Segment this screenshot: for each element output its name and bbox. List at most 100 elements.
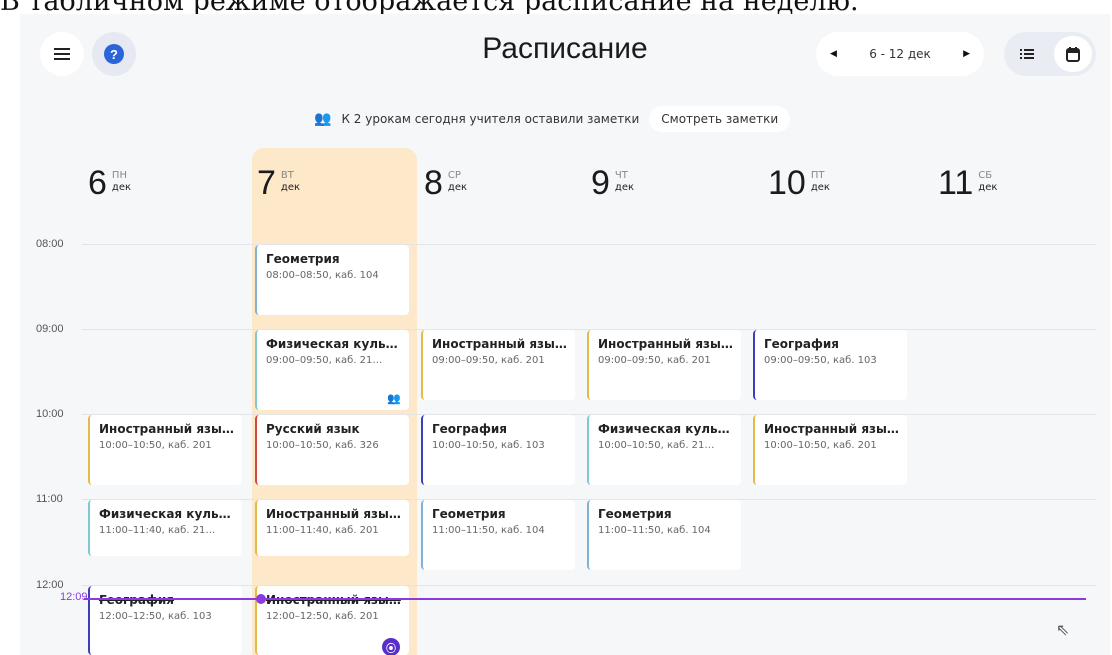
day-number: 8 [424,164,443,202]
page-title: Расписание [482,32,648,65]
lesson-info: 08:00–08:50, каб. 104 [266,270,379,281]
week-range: 6 - 12 дек [869,47,931,61]
lesson-card[interactable]: Геометрия 11:00–11:50, каб. 104 [587,500,741,570]
menu-button[interactable] [40,32,84,76]
mouse-cursor-icon: ⇖ [1056,620,1070,639]
day-number: 9 [591,164,610,202]
lesson-card[interactable]: География 12:00–12:50, каб. 103 [88,586,242,655]
current-time-line [84,598,1086,600]
calendar-view-button[interactable] [1054,36,1092,72]
lesson-title: География [764,337,840,351]
lesson-title: Физическая культ… [266,337,401,351]
teacher-note-icon: 👥 [314,111,332,127]
lesson-info: 12:00–12:50, каб. 103 [99,611,212,622]
calendar-view-icon [1066,46,1080,62]
schedule-app: ? Расписание ◀ 6 - 12 дек ▶ 👥 К 2 урокам… [20,14,1110,655]
lesson-info: 12:00–12:50, каб. 201 [266,611,379,622]
notice-text: К 2 урокам сегодня учителя оставили заме… [341,112,640,126]
grid-line [82,244,1096,245]
view-notes-button[interactable]: Смотреть заметки [649,106,791,132]
lesson-card[interactable]: Физическая культ… 11:00–11:40, каб. 21… [88,500,242,556]
lesson-info: 11:00–11:50, каб. 104 [598,525,711,536]
lesson-info: 11:00–11:40, каб. 201 [266,525,379,536]
lesson-info: 10:00–10:50, каб. 103 [432,440,545,451]
day-header-thu: 9 ЧТ дек [591,166,634,200]
lesson-card[interactable]: Иностранный язы… 09:00–09:50, каб. 201 [421,330,575,400]
time-label: 10:00 [36,408,64,420]
lesson-title: География [99,593,175,607]
chevron-right-icon[interactable]: ▶ [963,49,970,59]
day-header-sat: 11 СБ дек [938,166,997,200]
lesson-title: Иностранный язы… [432,337,567,351]
day-month: дек [810,182,830,193]
lesson-info: 09:00–09:50, каб. 103 [764,355,877,366]
day-month: дек [280,182,301,193]
lesson-card[interactable]: Русский язык 10:00–10:50, каб. 326 [255,415,409,485]
teacher-note-icon: 👥 [387,392,401,405]
lesson-title: Русский язык [266,422,360,436]
week-navigator: ◀ 6 - 12 дек ▶ [816,32,984,76]
time-label: 08:00 [36,238,64,250]
lesson-title: География [432,422,508,436]
lesson-title: Физическая культ… [99,507,234,521]
lesson-title: Иностранный язы… [598,337,733,351]
chevron-left-icon[interactable]: ◀ [830,49,837,59]
lesson-title: Иностранный язы… [764,422,899,436]
lesson-card[interactable]: Иностранный язы… 11:00–11:40, каб. 201 [255,500,409,556]
day-weekday: СР [447,170,461,181]
day-number: 6 [88,164,107,202]
day-header-wed: 8 СР дек [424,166,467,200]
day-weekday: ПН [111,170,127,181]
lesson-card[interactable]: Иностранный язы… 09:00–09:50, каб. 201 [587,330,741,400]
lesson-title: Иностранный язы… [266,507,401,521]
lesson-title: Геометрия [598,507,672,521]
lesson-title: Геометрия [266,252,340,266]
lesson-info: 09:00–09:50, каб. 21… [266,355,383,366]
lesson-card[interactable]: Иностранный язы… 10:00–10:50, каб. 201 [88,415,242,485]
lesson-card[interactable]: Геометрия 08:00–08:50, каб. 104 [255,245,409,315]
note-badge-icon[interactable]: ⦿ [382,638,400,655]
day-month: дек [978,182,998,193]
day-number: 7 [257,164,276,202]
lesson-card[interactable]: География 10:00–10:50, каб. 103 [421,415,575,485]
lesson-info: 10:00–10:50, каб. 326 [266,440,379,451]
lesson-card[interactable]: География 09:00–09:50, каб. 103 [753,330,907,400]
lesson-title: Иностранный язы… [266,593,401,607]
notes-notice: 👥 К 2 урокам сегодня учителя оставили за… [314,104,791,134]
lesson-info: 09:00–09:50, каб. 201 [432,355,545,366]
lesson-card[interactable]: Физическая культ… 09:00–09:50, каб. 21… … [255,330,409,410]
day-weekday: СБ [978,170,993,181]
list-view-icon [1020,49,1034,59]
lesson-info: 10:00–10:50, каб. 201 [764,440,877,451]
day-weekday: ВТ [280,170,294,181]
lesson-info: 09:00–09:50, каб. 201 [598,355,711,366]
lesson-card[interactable]: Физическая культ… 10:00–10:50, каб. 21… [587,415,741,485]
day-number: 11 [938,164,974,202]
time-label: 09:00 [36,323,64,335]
help-button[interactable]: ? [92,32,136,76]
time-label: 11:00 [36,493,63,505]
lesson-info: 10:00–10:50, каб. 21… [598,440,715,451]
lesson-card[interactable]: Иностранный язы… 10:00–10:50, каб. 201 [753,415,907,485]
menu-icon [54,48,70,60]
list-view-button[interactable] [1008,36,1046,72]
day-header-fri: 10 ПТ дек [768,166,830,200]
view-toggle [1004,32,1096,76]
time-label: 12:00 [36,579,64,591]
help-icon: ? [104,44,124,64]
day-month: дек [111,182,132,193]
lesson-title: Геометрия [432,507,506,521]
lesson-title: Иностранный язы… [99,422,234,436]
lesson-info: 10:00–10:50, каб. 201 [99,440,212,451]
lesson-card[interactable]: Геометрия 11:00–11:50, каб. 104 [421,500,575,570]
day-header-mon: 6 ПН дек [88,166,131,200]
day-weekday: ЧТ [614,170,628,181]
day-number: 10 [768,164,806,202]
lesson-info: 11:00–11:50, каб. 104 [432,525,545,536]
lesson-title: Физическая культ… [598,422,733,436]
current-time-label: 12:09 [60,591,88,603]
lesson-info: 11:00–11:40, каб. 21… [99,525,216,536]
day-header-tue: 7 ВТ дек [257,166,300,200]
day-month: дек [447,182,468,193]
current-time-dot [256,594,266,604]
